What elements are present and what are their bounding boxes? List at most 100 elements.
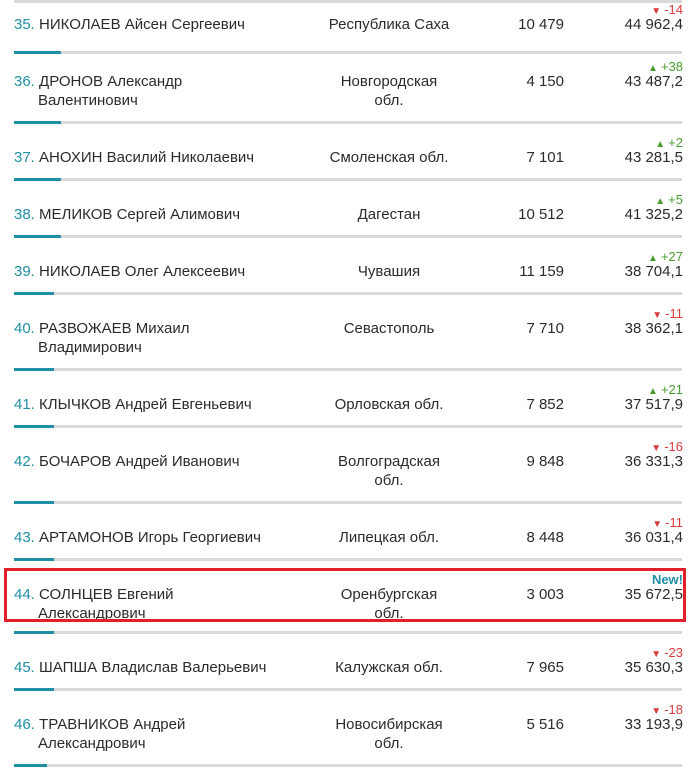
table-row[interactable]: ▼ -14 35. НИКОЛАЕВ Айсен Сергеевич Республи… [0, 2, 694, 54]
person-name: 38. МЕЛИКОВ Сергей Алимович [14, 205, 304, 224]
rating-bar [14, 688, 682, 691]
region: Смоленская обл. [329, 149, 449, 166]
rating-score: 35 672,5 [624, 586, 683, 603]
rating-score: 35 630,3 [624, 659, 683, 676]
region: Орловская обл. [334, 396, 444, 413]
rating-score: 38 362,1 [624, 320, 683, 337]
rating-score: 41 325,2 [624, 206, 683, 223]
region: Волгоградская обл. [337, 453, 441, 489]
person-name-text: НИКОЛАЕВ Олег Алексеевич [39, 263, 246, 280]
rating-bar [14, 425, 682, 428]
rating-bar [14, 501, 682, 504]
rank-number: 41. [14, 396, 35, 413]
person-name-text: АНОХИН Василий Николаевич [39, 149, 255, 166]
votes-count: 7 101 [526, 149, 564, 166]
rating-bar [14, 292, 682, 295]
rating-score: 36 031,4 [624, 529, 683, 546]
rating-bar [14, 235, 682, 238]
region: Новосибирская обл. [335, 716, 443, 752]
rating-score: 36 331,3 [624, 453, 683, 470]
person-name: 45. ШАПША Владислав Валерьевич [14, 658, 304, 677]
person-name: 40. РАЗВОЖАЕВ Михаил Владимирович [14, 319, 304, 357]
rating-bar [14, 51, 682, 54]
rating-score: 38 704,1 [624, 263, 683, 280]
votes-count: 10 479 [518, 16, 564, 33]
table-row[interactable]: ▲ +2 37. АНОХИН Василий Николаевич Смоленск… [0, 135, 694, 181]
region: Чувашия [357, 263, 421, 280]
person-name: 41. КЛЫЧКОВ Андрей Евгеньевич [14, 395, 304, 414]
table-row[interactable]: New! 44. СОЛНЦЕВ Евгений Александрович Орен… [0, 572, 694, 634]
rating-score: 43 281,5 [624, 149, 683, 166]
votes-count: 8 448 [526, 529, 564, 546]
rating-score: 33 193,9 [624, 716, 683, 733]
person-name-text: СОЛНЦЕВ Евгений Александрович [38, 586, 174, 622]
table-row[interactable]: ▲ +38 36. ДРОНОВ Александр Валентинович Новг… [0, 59, 694, 124]
person-name: 44. СОЛНЦЕВ Евгений Александрович [14, 585, 304, 623]
rating-bar [14, 631, 682, 634]
votes-count: 4 150 [526, 73, 564, 90]
table-row[interactable]: ▲ +21 41. КЛЫЧКОВ Андрей Евгеньевич Орловск… [0, 382, 694, 428]
person-name-text: ШАПША Владислав Валерьевич [39, 659, 267, 676]
region: Калужская обл. [335, 659, 443, 676]
region: Липецкая обл. [339, 529, 439, 546]
rating-score: 43 487,2 [624, 73, 683, 90]
rating-bar-fill [14, 558, 54, 561]
rating-bar [14, 368, 682, 371]
rank-number: 43. [14, 529, 35, 546]
rating-bar-fill [14, 51, 61, 54]
region: Республика Саха [328, 16, 450, 33]
person-name: 46. ТРАВНИКОВ Андрей Александрович [14, 715, 304, 753]
rank-number: 42. [14, 453, 35, 470]
region: Севастополь [343, 320, 435, 337]
rank-number: 38. [14, 206, 35, 223]
votes-count: 7 852 [526, 396, 564, 413]
votes-count: 10 512 [518, 206, 564, 223]
table-row[interactable]: ▼ -23 45. ШАПША Владислав Валерьевич Калужс… [0, 645, 694, 691]
rating-bar-fill [14, 631, 54, 634]
person-name-text: АРТАМОНОВ Игорь Георгиевич [39, 529, 261, 546]
rating-bar-fill [14, 425, 54, 428]
rating-bar [14, 764, 682, 767]
rating-score: 44 962,4 [624, 16, 683, 33]
rating-bar [14, 558, 682, 561]
rating-bar [14, 121, 682, 124]
rank-number: 40. [14, 320, 35, 337]
person-name-text: МЕЛИКОВ Сергей Алимович [39, 206, 241, 223]
person-name: 42. БОЧАРОВ Андрей Иванович [14, 452, 304, 471]
rank-number: 45. [14, 659, 35, 676]
votes-count: 5 516 [526, 716, 564, 733]
rank-number: 36. [14, 73, 35, 90]
rank-number: 39. [14, 263, 35, 280]
table-row[interactable]: ▲ +5 38. МЕЛИКОВ Сергей Алимович Дагестан 10… [0, 192, 694, 238]
table-row[interactable]: ▼ -16 42. БОЧАРОВ Андрей Иванович Волгоград… [0, 439, 694, 504]
rank-number: 44. [14, 586, 35, 603]
person-name-text: БОЧАРОВ Андрей Иванович [39, 453, 240, 470]
rating-list: ▼ -14 35. НИКОЛАЕВ Айсен Сергеевич Республи… [0, 0, 694, 768]
region: Оренбургская обл. [340, 586, 438, 622]
person-name-text: ДРОНОВ Александр Валентинович [38, 73, 183, 109]
rank-number: 35. [14, 16, 35, 33]
person-name-text: РАЗВОЖАЕВ Михаил Владимирович [38, 320, 190, 356]
rating-bar-fill [14, 178, 61, 181]
person-name-text: НИКОЛАЕВ Айсен Сергеевич [39, 16, 245, 33]
region: Дагестан [357, 206, 421, 223]
person-name-text: ТРАВНИКОВ Андрей Александрович [38, 716, 186, 752]
table-row[interactable]: ▲ +27 39. НИКОЛАЕВ Олег Алексеевич Чувашия 1… [0, 249, 694, 295]
rating-bar [14, 178, 682, 181]
table-row[interactable]: ▼ -11 43. АРТАМОНОВ Игорь Георгиевич Липецк… [0, 515, 694, 561]
region: Новгородская обл. [340, 73, 438, 109]
person-name: 36. ДРОНОВ Александр Валентинович [14, 72, 304, 110]
rank-number: 37. [14, 149, 35, 166]
rank-number: 46. [14, 716, 35, 733]
rating-bar-fill [14, 235, 61, 238]
rating-bar-fill [14, 764, 47, 767]
rating-score: 37 517,9 [624, 396, 683, 413]
rating-bar-fill [14, 501, 54, 504]
table-row[interactable]: ▼ -18 46. ТРАВНИКОВ Андрей Александрович Нов… [0, 702, 694, 767]
person-name: 35. НИКОЛАЕВ Айсен Сергеевич [14, 15, 304, 34]
rating-bar-fill [14, 688, 54, 691]
table-row[interactable]: ▼ -11 40. РАЗВОЖАЕВ Михаил Владимирович Сева… [0, 306, 694, 371]
person-name-text: КЛЫЧКОВ Андрей Евгеньевич [39, 396, 252, 413]
person-name: 39. НИКОЛАЕВ Олег Алексеевич [14, 262, 304, 281]
rating-bar-fill [14, 292, 54, 295]
